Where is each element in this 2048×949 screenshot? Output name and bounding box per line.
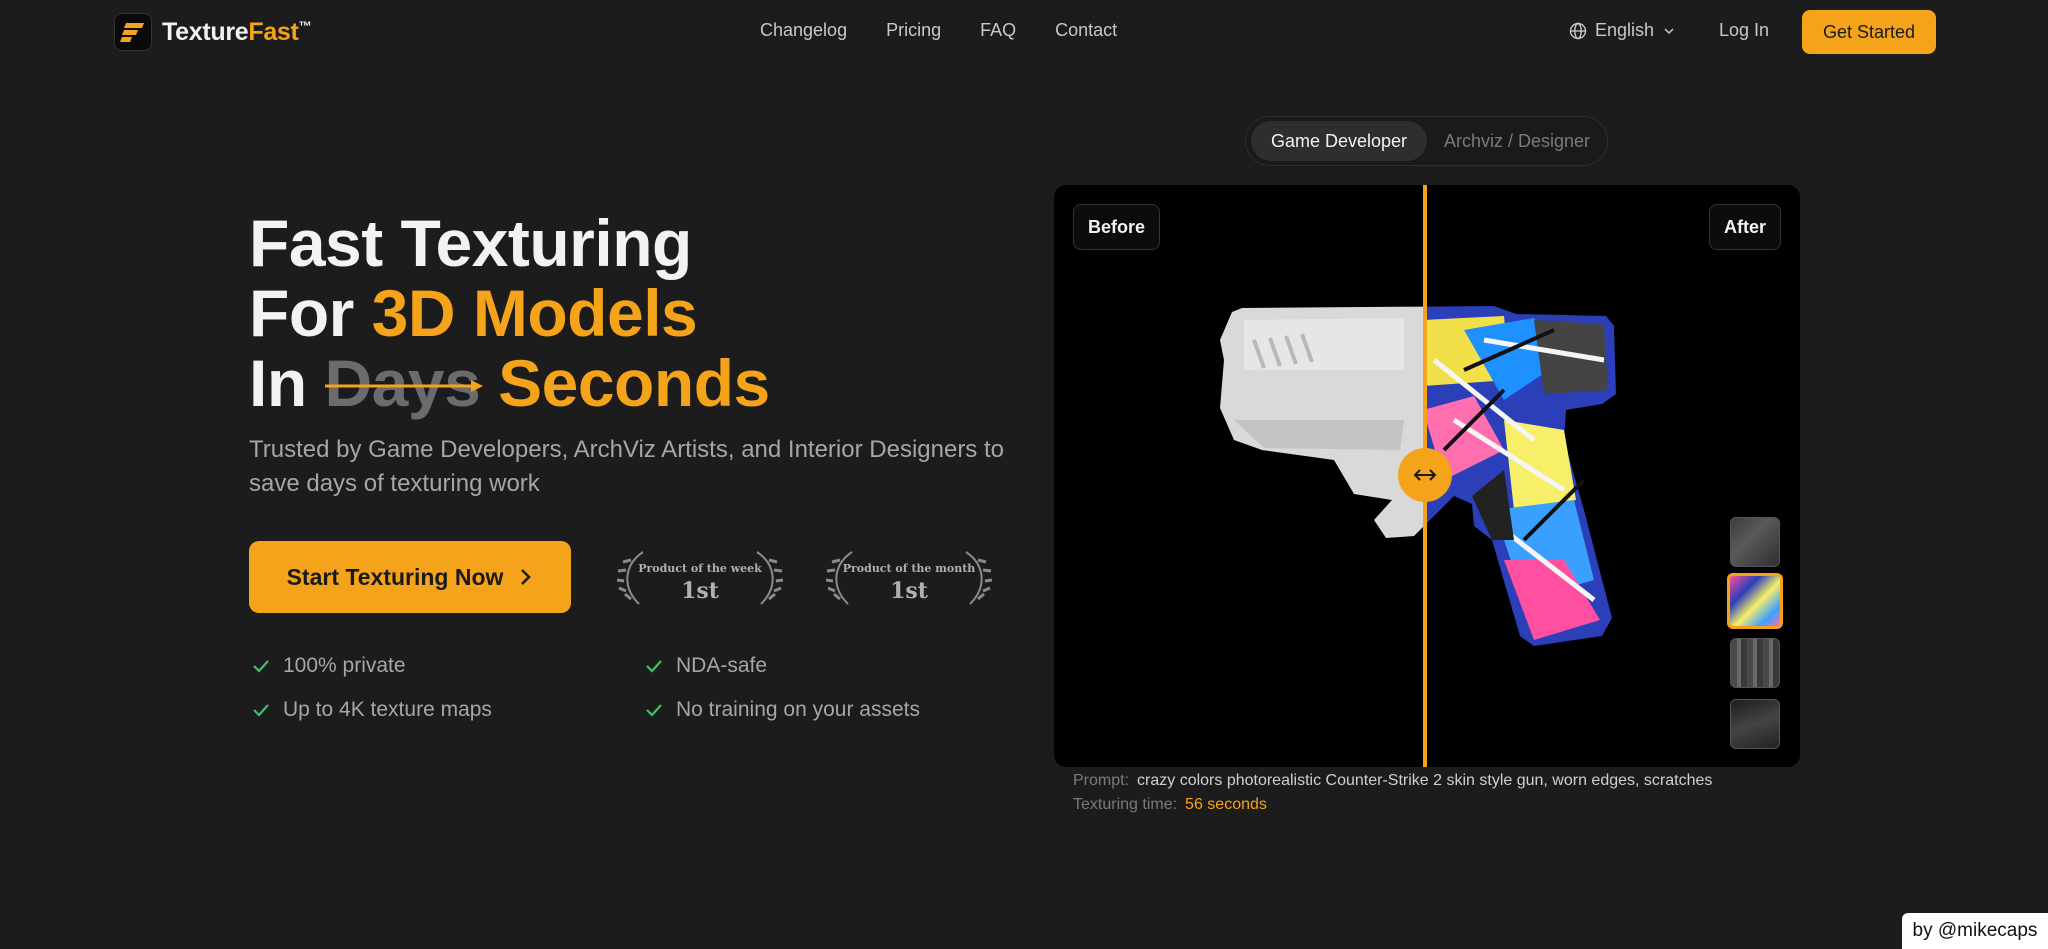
author-credit-badge[interactable]: by @mikecaps [1902,913,2048,949]
login-link[interactable]: Log In [1719,20,1769,41]
award-product-of-week: Product of the week 1st [617,550,783,606]
feature-item: No training on your assets [644,698,920,722]
tab-game-developer[interactable]: Game Developer [1251,121,1427,161]
hero-line-2: For 3D Models [249,276,698,350]
feature-item: Up to 4K texture maps [251,698,492,722]
nav-link-pricing[interactable]: Pricing [886,20,941,41]
texture-thumbnail-4[interactable] [1730,699,1780,749]
award-caption: Product of the month [842,562,976,575]
prompt-text: crazy colors photorealistic Counter-Stri… [1137,772,1713,789]
hero-line-1: Fast Texturing [249,206,692,280]
logo[interactable]: TextureFast™ [114,13,312,51]
audience-toggle: Game Developer Archviz / Designer [1245,116,1608,166]
strike-arrow-icon [324,380,483,392]
cta-label: Start Texturing Now [286,563,504,590]
hero-title: Fast Texturing For 3D Models In Days Sec… [249,208,770,418]
texturing-time-caption: Texturing time: 56 seconds [1073,796,1267,813]
nav-link-changelog[interactable]: Changelog [760,20,847,41]
feature-item: NDA-safe [644,654,767,678]
chevron-right-icon [521,569,532,585]
check-icon [646,660,662,673]
prompt-caption: Prompt: crazy colors photorealistic Count… [1073,772,1713,789]
tab-archviz-designer[interactable]: Archviz / Designer [1431,121,1603,161]
check-icon [253,660,269,673]
language-selector[interactable]: English [1569,20,1676,41]
struck-word: Days [324,348,483,418]
nav-link-contact[interactable]: Contact [1055,20,1117,41]
brand-name: TextureFast™ [162,17,312,46]
award-caption: Product of the week [638,562,762,575]
award-rank: 1st [890,578,928,604]
texturing-time-value: 56 seconds [1185,796,1267,813]
hero-line-3: In Days Seconds [249,346,770,420]
start-texturing-button[interactable]: Start Texturing Now [249,541,571,613]
comparison-slider-handle[interactable] [1398,448,1452,502]
feature-item: 100% private [251,654,406,678]
before-label: Before [1073,204,1161,250]
award-rank: 1st [681,578,719,604]
nav-link-faq[interactable]: FAQ [980,20,1016,41]
globe-icon [1569,22,1587,39]
logo-icon [114,13,152,51]
arrows-horizontal-icon [1413,469,1437,481]
after-label: After [1708,204,1781,250]
language-label: English [1595,20,1655,40]
chevron-down-icon [1664,27,1674,34]
hero-subtitle: Trusted by Game Developers, ArchViz Arti… [249,436,1004,497]
before-after-viewer[interactable]: Before After [1054,185,1800,767]
nav-links: Changelog Pricing FAQ Contact [760,20,1117,41]
texture-thumbnail-1[interactable] [1730,517,1780,567]
texture-thumbnail-2[interactable] [1727,573,1783,629]
check-icon [646,704,662,717]
check-icon [253,704,269,717]
get-started-button[interactable]: Get Started [1802,10,1936,54]
top-navbar: TextureFast™ Changelog Pricing FAQ Conta… [0,0,2048,64]
award-product-of-month: Product of the month 1st [826,550,992,606]
texture-thumbnail-3[interactable] [1730,638,1780,688]
